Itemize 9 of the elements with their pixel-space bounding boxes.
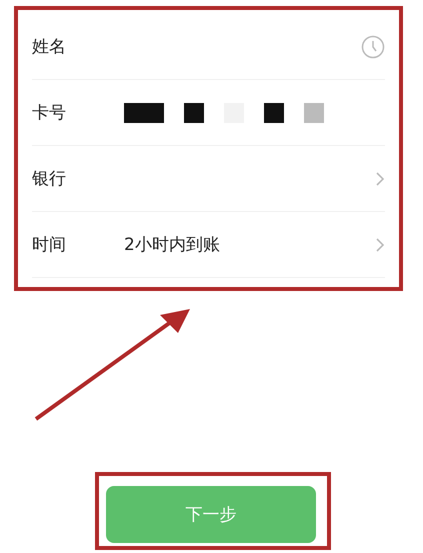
next-button[interactable]: 下一步	[106, 486, 316, 543]
chevron-icon[interactable]	[375, 170, 385, 186]
chevron-icon[interactable]	[375, 236, 385, 252]
field-label: 姓名	[32, 36, 67, 58]
field-label: 时间	[32, 234, 67, 256]
field-label: 卡号	[32, 102, 67, 124]
clock-icon[interactable]	[361, 34, 385, 58]
field-value: 2小时内到账	[124, 234, 220, 256]
field-label: 银行	[32, 168, 67, 190]
